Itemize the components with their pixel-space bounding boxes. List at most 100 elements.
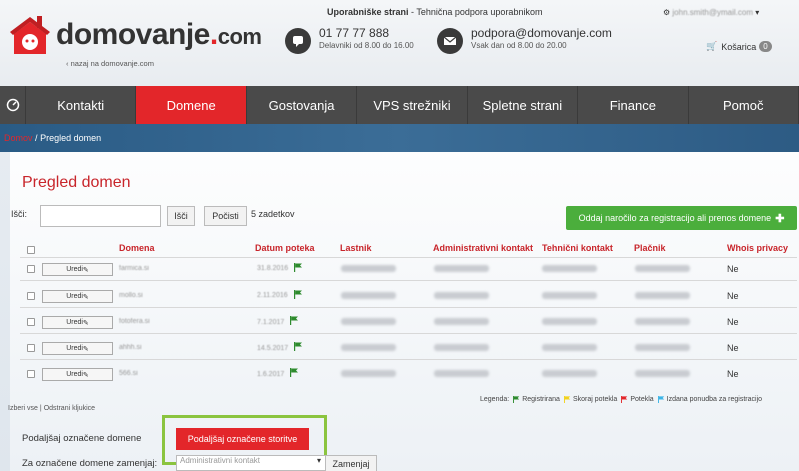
search-button[interactable]: Išči [167, 206, 195, 226]
nav-spletne-strani[interactable]: Spletne strani [468, 86, 579, 124]
col-lastnik[interactable]: Lastnik [340, 243, 372, 253]
expiry-date: 2.11.2016 [257, 292, 288, 299]
col-datum-poteka[interactable]: Datum poteka [255, 243, 315, 253]
flag-red-icon [621, 396, 628, 403]
breadcrumb: Domov / Pregled domen [0, 124, 799, 152]
expiry-date: 14.5.2017 [257, 345, 289, 352]
pencil-icon: ✎ [82, 319, 89, 327]
page-title: Pregled domen [22, 174, 131, 191]
pencil-icon: ✎ [82, 266, 89, 274]
result-count: 5 zadetkov [251, 209, 295, 219]
flag-green-icon [294, 290, 302, 299]
cart-link[interactable]: 🛒 Košarica 0 [706, 41, 772, 52]
whois-value: Ne [727, 369, 739, 379]
row-checkbox[interactable] [27, 318, 35, 326]
flag-yellow-icon [563, 396, 571, 403]
logo-text: domovanje.com [56, 18, 262, 51]
selection-links: Izberi vse | Odstrani kljukice [8, 405, 96, 412]
nav-gostovanja[interactable]: Gostovanja [247, 86, 358, 124]
gear-icon: ⚙ [663, 8, 671, 17]
pencil-icon: ✎ [82, 371, 89, 379]
col-admin-kontakt[interactable]: Administrativni kontakt [433, 243, 533, 253]
phone-contact: 01 77 77 888 Delavniki od 8.00 do 16.00 [285, 26, 414, 54]
dashboard-button[interactable] [0, 86, 26, 124]
whois-value: Ne [727, 317, 739, 327]
edit-button[interactable]: Uredi ✎ [42, 342, 113, 355]
expiry-date: 1.6.2017 [257, 371, 285, 378]
expiry-date: 7.1.2017 [257, 319, 285, 326]
divider [20, 257, 797, 258]
nav-pomoc[interactable]: Pomoč [689, 86, 799, 124]
select-all-checkbox[interactable] [27, 246, 35, 254]
col-placnik[interactable]: Plačnik [634, 243, 666, 253]
domain-name[interactable]: farmica.si [119, 265, 149, 272]
main-content: Pregled domen Išči: Išči Počisti 5 zadet… [8, 152, 799, 471]
order-domain-button[interactable]: Oddaj naročilo za registracijo ali preno… [566, 206, 797, 230]
col-tehnicni-kontakt[interactable]: Tehnični kontakt [542, 243, 613, 253]
chevron-down-icon: ▾ [755, 8, 760, 17]
replace-label: Za označene domene zamenjaj: [22, 458, 158, 469]
envelope-icon [437, 28, 463, 54]
email-address[interactable]: podpora@domovanje.com [471, 26, 612, 40]
flag-green-icon [513, 396, 520, 403]
pencil-icon: ✎ [82, 293, 89, 301]
tagline: Uporabniške strani - Tehnična podpora up… [327, 7, 543, 17]
row-checkbox[interactable] [27, 370, 35, 378]
whois-value: Ne [727, 343, 739, 353]
nav-finance[interactable]: Finance [578, 86, 689, 124]
site-header: domovanje.com ‹ nazaj na domovanje.com U… [0, 0, 799, 86]
col-domena[interactable]: Domena [119, 243, 155, 253]
chevron-down-icon: ▾ [316, 456, 321, 465]
phone-number: 01 77 77 888 [319, 26, 390, 40]
domain-name[interactable]: fotofera.si [119, 318, 150, 325]
renew-selected-button[interactable]: Podaljšaj označene storitve [176, 428, 309, 450]
expiry-date: 31.8.2016 [257, 265, 289, 272]
col-whois-privacy[interactable]: Whois privacy [727, 243, 788, 253]
breadcrumb-current: Pregled domen [40, 133, 102, 143]
row-checkbox[interactable] [27, 292, 35, 300]
flag-green-icon [294, 263, 302, 272]
whois-value: Ne [727, 264, 739, 274]
domain-name[interactable]: mollo.si [119, 292, 143, 299]
logo[interactable]: domovanje.com [10, 14, 262, 56]
renew-label: Podaljšaj označene domene [22, 433, 142, 444]
plus-icon: ✚ [775, 212, 785, 225]
edit-button[interactable]: Uredi ✎ [42, 316, 113, 329]
search-input[interactable] [40, 205, 161, 227]
user-menu[interactable]: ⚙ john.smith@ymail.com ▾ [663, 8, 759, 17]
nav-domene[interactable]: Domene [136, 86, 247, 124]
nav-kontakti[interactable]: Kontakti [26, 86, 137, 124]
clear-button[interactable]: Počisti [204, 206, 247, 226]
edit-button[interactable]: Uredi ✎ [42, 263, 113, 276]
select-all-link[interactable]: Izberi vse [8, 405, 38, 412]
cart-icon: 🛒 [706, 41, 718, 51]
dashboard-icon [6, 98, 19, 112]
legend: Legenda: Registrirana Skoraj potekla Pot… [480, 396, 763, 403]
back-link[interactable]: ‹ nazaj na domovanje.com [66, 59, 154, 68]
row-checkbox[interactable] [27, 265, 35, 273]
replace-button[interactable]: Zamenjaj [325, 455, 377, 471]
email-contact: podpora@domovanje.com Vsak dan od 8.00 d… [437, 26, 612, 54]
logo-house-icon [10, 16, 50, 54]
flag-blue-icon [657, 396, 664, 403]
flag-green-icon [290, 316, 298, 325]
search-label: Išči: [11, 209, 28, 219]
contact-type-select[interactable]: Administrativni kontakt ▾ [176, 455, 326, 471]
domain-name[interactable]: ahhh.si [119, 344, 142, 351]
pencil-icon: ✎ [82, 345, 89, 353]
clear-selection-link[interactable]: Odstrani kljukice [44, 405, 95, 412]
whois-value: Ne [727, 291, 739, 301]
edit-button[interactable]: Uredi ✎ [42, 290, 113, 303]
domain-name[interactable]: 566.si [119, 370, 138, 377]
main-nav: Kontakti Domene Gostovanja VPS strežniki… [0, 86, 799, 124]
nav-vps[interactable]: VPS strežniki [357, 86, 468, 124]
edit-button[interactable]: Uredi ✎ [42, 368, 113, 381]
email-hours: Vsak dan od 8.00 do 20.00 [471, 41, 567, 50]
phone-hours: Delavniki od 8.00 do 16.00 [319, 41, 414, 50]
row-checkbox[interactable] [27, 344, 35, 352]
cart-count: 0 [759, 41, 772, 52]
flag-green-icon [290, 368, 298, 377]
flag-green-icon [294, 342, 302, 351]
phone-icon [285, 28, 311, 54]
breadcrumb-home[interactable]: Domov [4, 133, 33, 143]
